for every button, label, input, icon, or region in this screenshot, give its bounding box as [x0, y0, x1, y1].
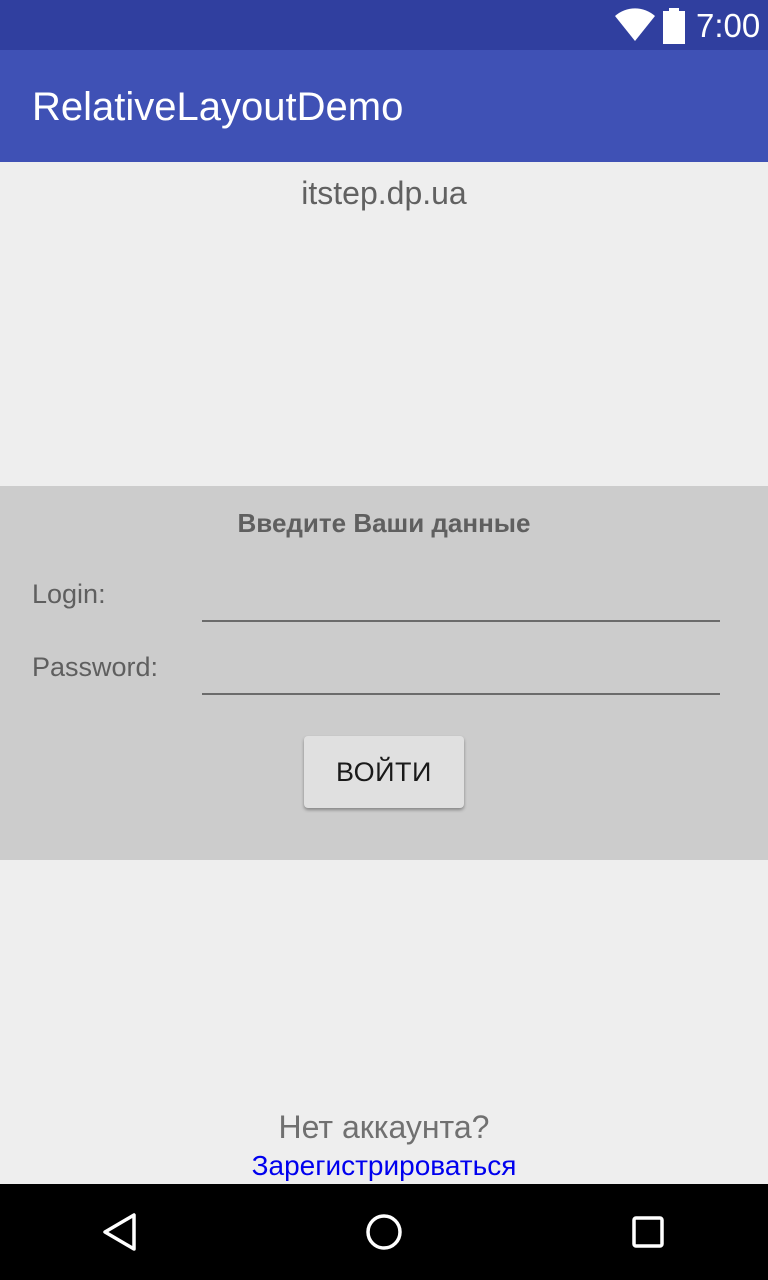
login-label: Login: [32, 579, 106, 609]
app-bar: RelativeLayoutDemo [0, 50, 768, 162]
no-account-text: Нет аккаунта? [278, 1109, 490, 1145]
form-heading: Введите Ваши данные [237, 508, 531, 538]
wifi-icon [615, 8, 655, 41]
password-input[interactable] [202, 643, 720, 695]
status-bar: 7:00 [0, 0, 768, 50]
status-time: 7:00 [696, 7, 761, 44]
site-label: itstep.dp.ua [301, 175, 467, 211]
password-label: Password: [32, 652, 159, 682]
app-title: RelativeLayoutDemo [32, 85, 404, 129]
home-icon[interactable] [364, 1212, 404, 1252]
login-input[interactable] [202, 570, 720, 622]
login-button[interactable]: ВОЙТИ [304, 736, 464, 808]
register-link[interactable]: Зарегистрироваться [0, 1150, 768, 1182]
back-icon[interactable] [100, 1212, 140, 1252]
login-panel: Введите Ваши данные Login: Password: ВОЙ… [0, 486, 768, 860]
recents-icon[interactable] [628, 1212, 668, 1252]
nav-bar [0, 1184, 768, 1280]
battery-icon [663, 8, 685, 44]
